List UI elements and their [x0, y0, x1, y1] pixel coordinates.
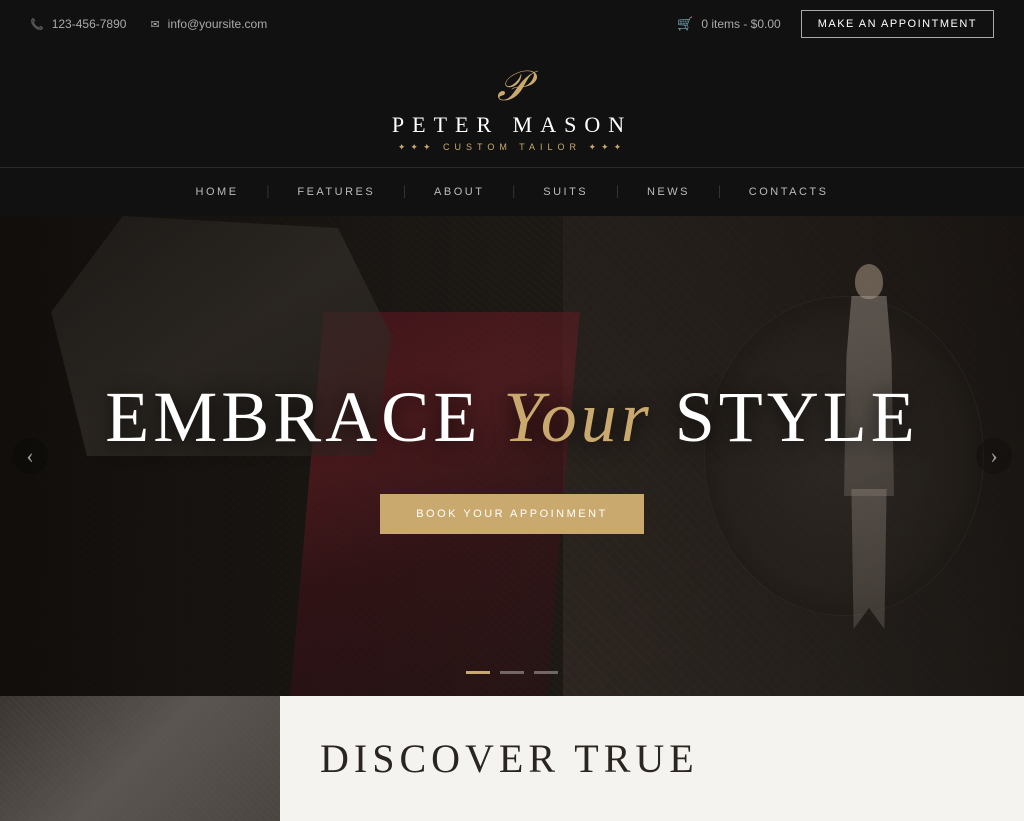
contact-info: 123-456-7890 info@yoursite.com [30, 17, 267, 31]
email-address: info@yoursite.com [168, 17, 268, 31]
hero-content: EMBRACE Your STYLE BOOK YOUR APPOINMENT [105, 378, 918, 533]
top-bar: 123-456-7890 info@yoursite.com 0 items -… [0, 0, 1024, 48]
cart-count: 0 items - $0.00 [701, 17, 780, 31]
nav-item-features[interactable]: FEATURES [269, 182, 403, 202]
slider-dot-3[interactable] [534, 671, 558, 674]
right-arrow-icon: › [990, 443, 997, 469]
logo[interactable]: 𝒫 PETER MASON ✦✦✦ CUSTOM TAILOR ✦✦✦ [392, 66, 632, 153]
hero-tagline: EMBRACE Your STYLE [105, 378, 918, 457]
tagline-italic: Your [503, 377, 652, 457]
nav-item-home[interactable]: HOME [168, 182, 267, 202]
header: 𝒫 PETER MASON ✦✦✦ CUSTOM TAILOR ✦✦✦ [0, 48, 1024, 167]
slider-dot-1[interactable] [466, 671, 490, 674]
slider-arrow-right[interactable]: › [976, 438, 1012, 474]
logo-subtitle: ✦✦✦ CUSTOM TAILOR ✦✦✦ [392, 142, 632, 153]
discover-heading: DISCOVER TRUE [320, 735, 699, 783]
cart-icon [677, 16, 693, 32]
bottom-section: DISCOVER TRUE [0, 696, 1024, 821]
mail-icon [150, 18, 161, 31]
email-info: info@yoursite.com [150, 17, 267, 31]
bottom-image [0, 696, 280, 821]
nav-item-about[interactable]: ABOUT [406, 182, 512, 202]
phone-icon [30, 18, 46, 31]
phone-info: 123-456-7890 [30, 17, 126, 31]
cart-info[interactable]: 0 items - $0.00 [677, 16, 781, 32]
slider-dots [466, 671, 558, 674]
logo-monogram: 𝒫 [392, 66, 632, 108]
left-arrow-icon: ‹ [26, 443, 33, 469]
nav-item-contacts[interactable]: CONTACTS [721, 182, 857, 202]
slider-arrow-left[interactable]: ‹ [12, 438, 48, 474]
tagline-part2: STYLE [653, 377, 919, 457]
slider-dot-2[interactable] [500, 671, 524, 674]
top-bar-right: 0 items - $0.00 MAKE AN APPOINTMENT [677, 10, 994, 38]
hero-section: ‹ EMBRACE Your STYLE BOOK YOUR APPOINMEN… [0, 216, 1024, 696]
nav-item-suits[interactable]: SUITS [515, 182, 616, 202]
hero-cta-button[interactable]: BOOK YOUR APPOINMENT [380, 494, 644, 534]
appointment-button[interactable]: MAKE AN APPOINTMENT [801, 10, 994, 38]
bottom-text-area: DISCOVER TRUE [280, 696, 739, 821]
phone-number: 123-456-7890 [52, 17, 127, 31]
figure-head [855, 264, 883, 299]
logo-name: PETER MASON [392, 112, 632, 138]
navigation: HOME | FEATURES | ABOUT | SUITS | NEWS |… [0, 167, 1024, 216]
tagline-part1: EMBRACE [105, 377, 503, 457]
nav-item-news[interactable]: NEWS [619, 182, 718, 202]
